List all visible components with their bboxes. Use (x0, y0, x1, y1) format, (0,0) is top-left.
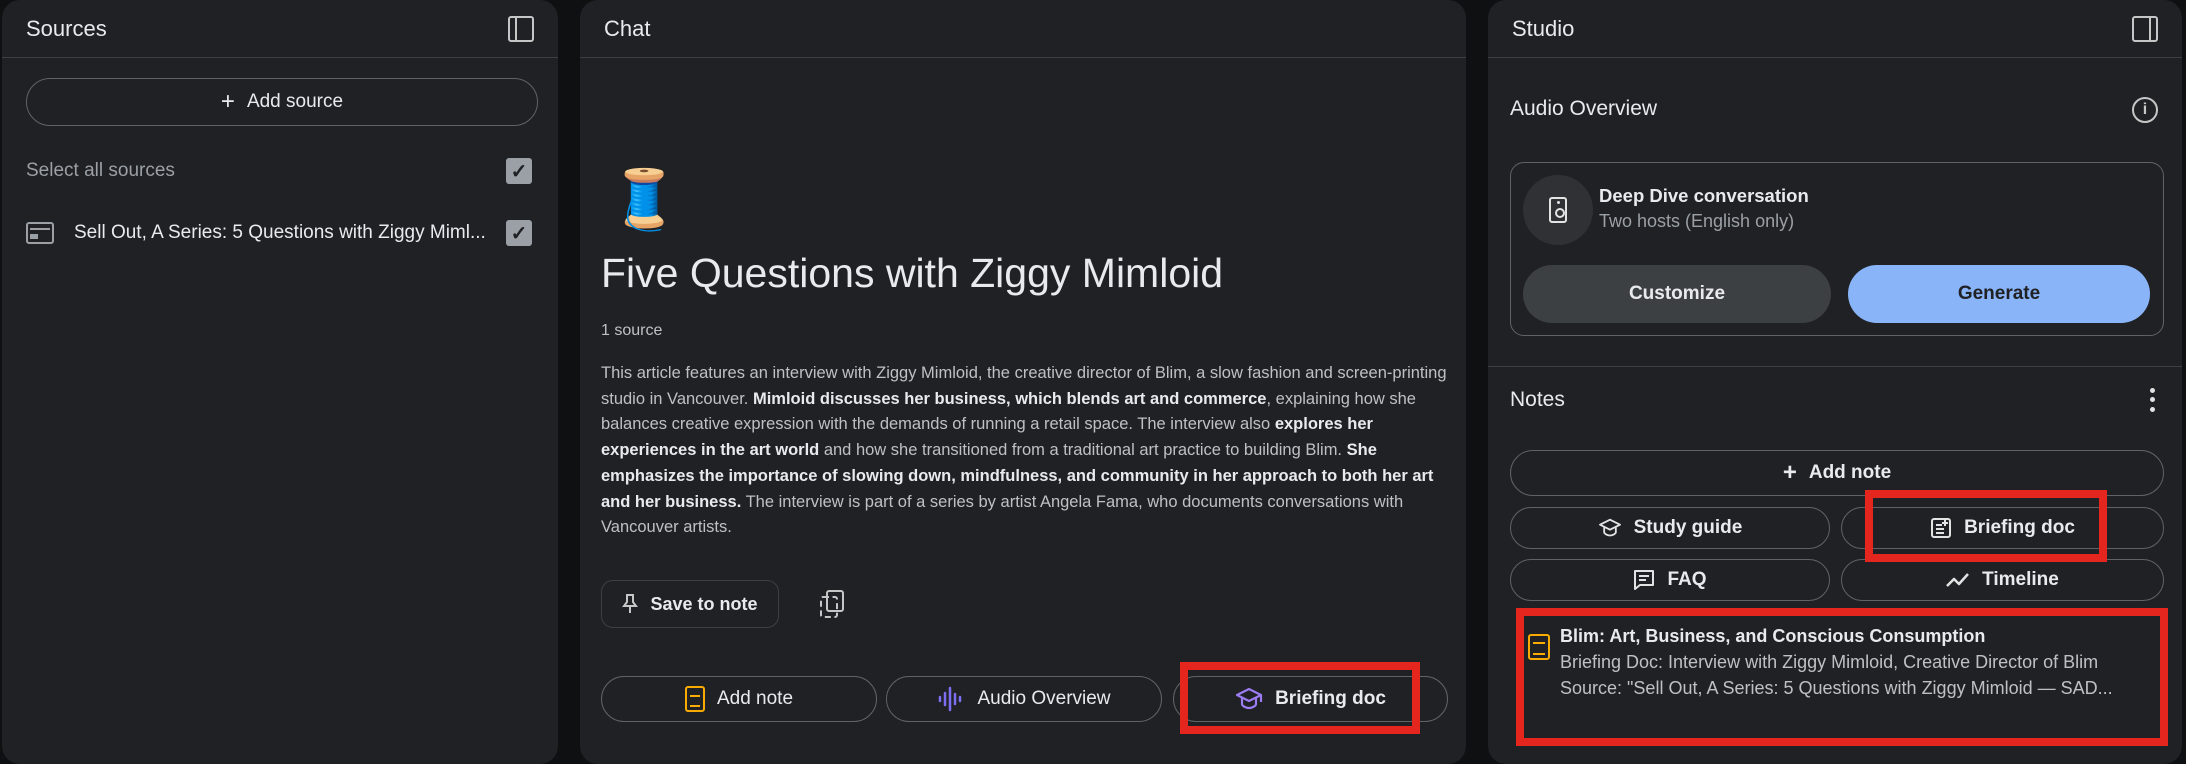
studio-panel: Studio Audio Overview i Deep Dive conver… (1488, 0, 2182, 764)
source-count: 1 source (601, 322, 663, 339)
add-note-chip-label: Add note (716, 688, 794, 709)
notebook-summary: This article features an interview with … (601, 364, 1447, 537)
faq-button[interactable]: FAQ (1510, 559, 1830, 601)
studio-title: Studio (1512, 15, 1575, 41)
notebook-emoji: 🧵 (608, 167, 681, 232)
plus-icon: + (1782, 459, 1797, 486)
info-icon[interactable]: i (2132, 97, 2158, 123)
quiz-icon (1634, 570, 1655, 590)
study-guide-button[interactable]: Study guide (1510, 507, 1830, 549)
audio-overview-card: Deep Dive conversation Two hosts (Englis… (1510, 162, 2164, 336)
divider (1488, 366, 2182, 367)
faq-label: FAQ (1667, 569, 1707, 590)
select-all-label: Select all sources (26, 160, 175, 181)
audio-overview-chip-label: Audio Overview (977, 688, 1111, 709)
notebook-title: Five Questions with Ziggy Mimloid (601, 250, 1224, 296)
more-vert-icon[interactable] (2148, 386, 2156, 414)
document-icon (684, 686, 705, 712)
select-all-checkbox[interactable]: ✓ (506, 158, 532, 184)
graduation-cap-icon (1598, 518, 1621, 537)
sources-header: Sources (2, 0, 558, 58)
source-item-checkbox[interactable]: ✓ (506, 220, 532, 246)
note-icon (1528, 634, 1550, 660)
source-item[interactable]: Sell Out, A Series: 5 Questions with Zig… (26, 220, 534, 246)
sidebar-collapse-icon[interactable] (2132, 15, 2158, 42)
note-add-icon (1931, 518, 1952, 538)
sources-title: Sources (26, 15, 107, 41)
timeline-button[interactable]: Timeline (1841, 559, 2164, 601)
briefing-doc-chip-label: Briefing doc (1275, 688, 1386, 709)
note-title: Blim: Art, Business, and Conscious Consu… (1560, 626, 1986, 646)
note-item[interactable]: Blim: Art, Business, and Conscious Consu… (1510, 618, 2164, 738)
trend-icon (1946, 573, 1970, 587)
sources-panel: Sources + Add source Select all sources … (2, 0, 558, 764)
audio-overview-chip[interactable]: Audio Overview (886, 676, 1162, 722)
note-preview-line2: Source: "Sell Out, A Series: 5 Questions… (1560, 678, 2113, 698)
notes-title: Notes (1510, 388, 1565, 411)
generate-button[interactable]: Generate (1848, 265, 2150, 323)
add-source-button[interactable]: + Add source (26, 78, 538, 126)
plus-icon: + (220, 88, 235, 115)
deep-dive-title: Deep Dive conversation (1599, 185, 1809, 206)
source-item-label: Sell Out, A Series: 5 Questions with Zig… (74, 222, 486, 243)
copy-icon[interactable] (820, 590, 846, 618)
deep-dive-subtitle: Two hosts (English only) (1599, 211, 1795, 231)
add-note-label: Add note (1808, 462, 1892, 483)
audio-waveform-icon (939, 686, 962, 712)
add-note-chip[interactable]: Add note (601, 676, 877, 722)
briefing-doc-chip[interactable]: Briefing doc (1173, 676, 1448, 722)
timeline-label: Timeline (1982, 569, 2059, 590)
study-guide-label: Study guide (1633, 517, 1743, 538)
note-preview-line1: Briefing Doc: Interview with Ziggy Mimlo… (1560, 652, 2099, 672)
chat-header: Chat (580, 0, 1466, 58)
select-all-row[interactable]: Select all sources ✓ (26, 158, 534, 184)
customize-button[interactable]: Customize (1523, 265, 1831, 323)
add-source-label: Add source (246, 91, 344, 112)
add-note-button[interactable]: + Add note (1510, 450, 2164, 496)
graduation-cap-icon (1235, 687, 1263, 710)
sidebar-collapse-icon[interactable] (508, 15, 534, 42)
chat-title: Chat (604, 15, 651, 41)
save-to-note-button[interactable]: Save to note (601, 580, 779, 628)
briefing-doc-button[interactable]: Briefing doc (1841, 507, 2164, 549)
article-icon (26, 222, 54, 244)
chat-panel: Chat 🧵 Five Questions with Ziggy Mimloid… (580, 0, 1466, 764)
save-to-note-label: Save to note (650, 593, 758, 614)
speaker-icon (1523, 175, 1593, 245)
studio-header: Studio (1488, 0, 2182, 58)
pin-icon (622, 594, 639, 613)
audio-overview-title: Audio Overview (1510, 97, 1658, 120)
briefing-doc-label: Briefing doc (1964, 517, 2075, 538)
